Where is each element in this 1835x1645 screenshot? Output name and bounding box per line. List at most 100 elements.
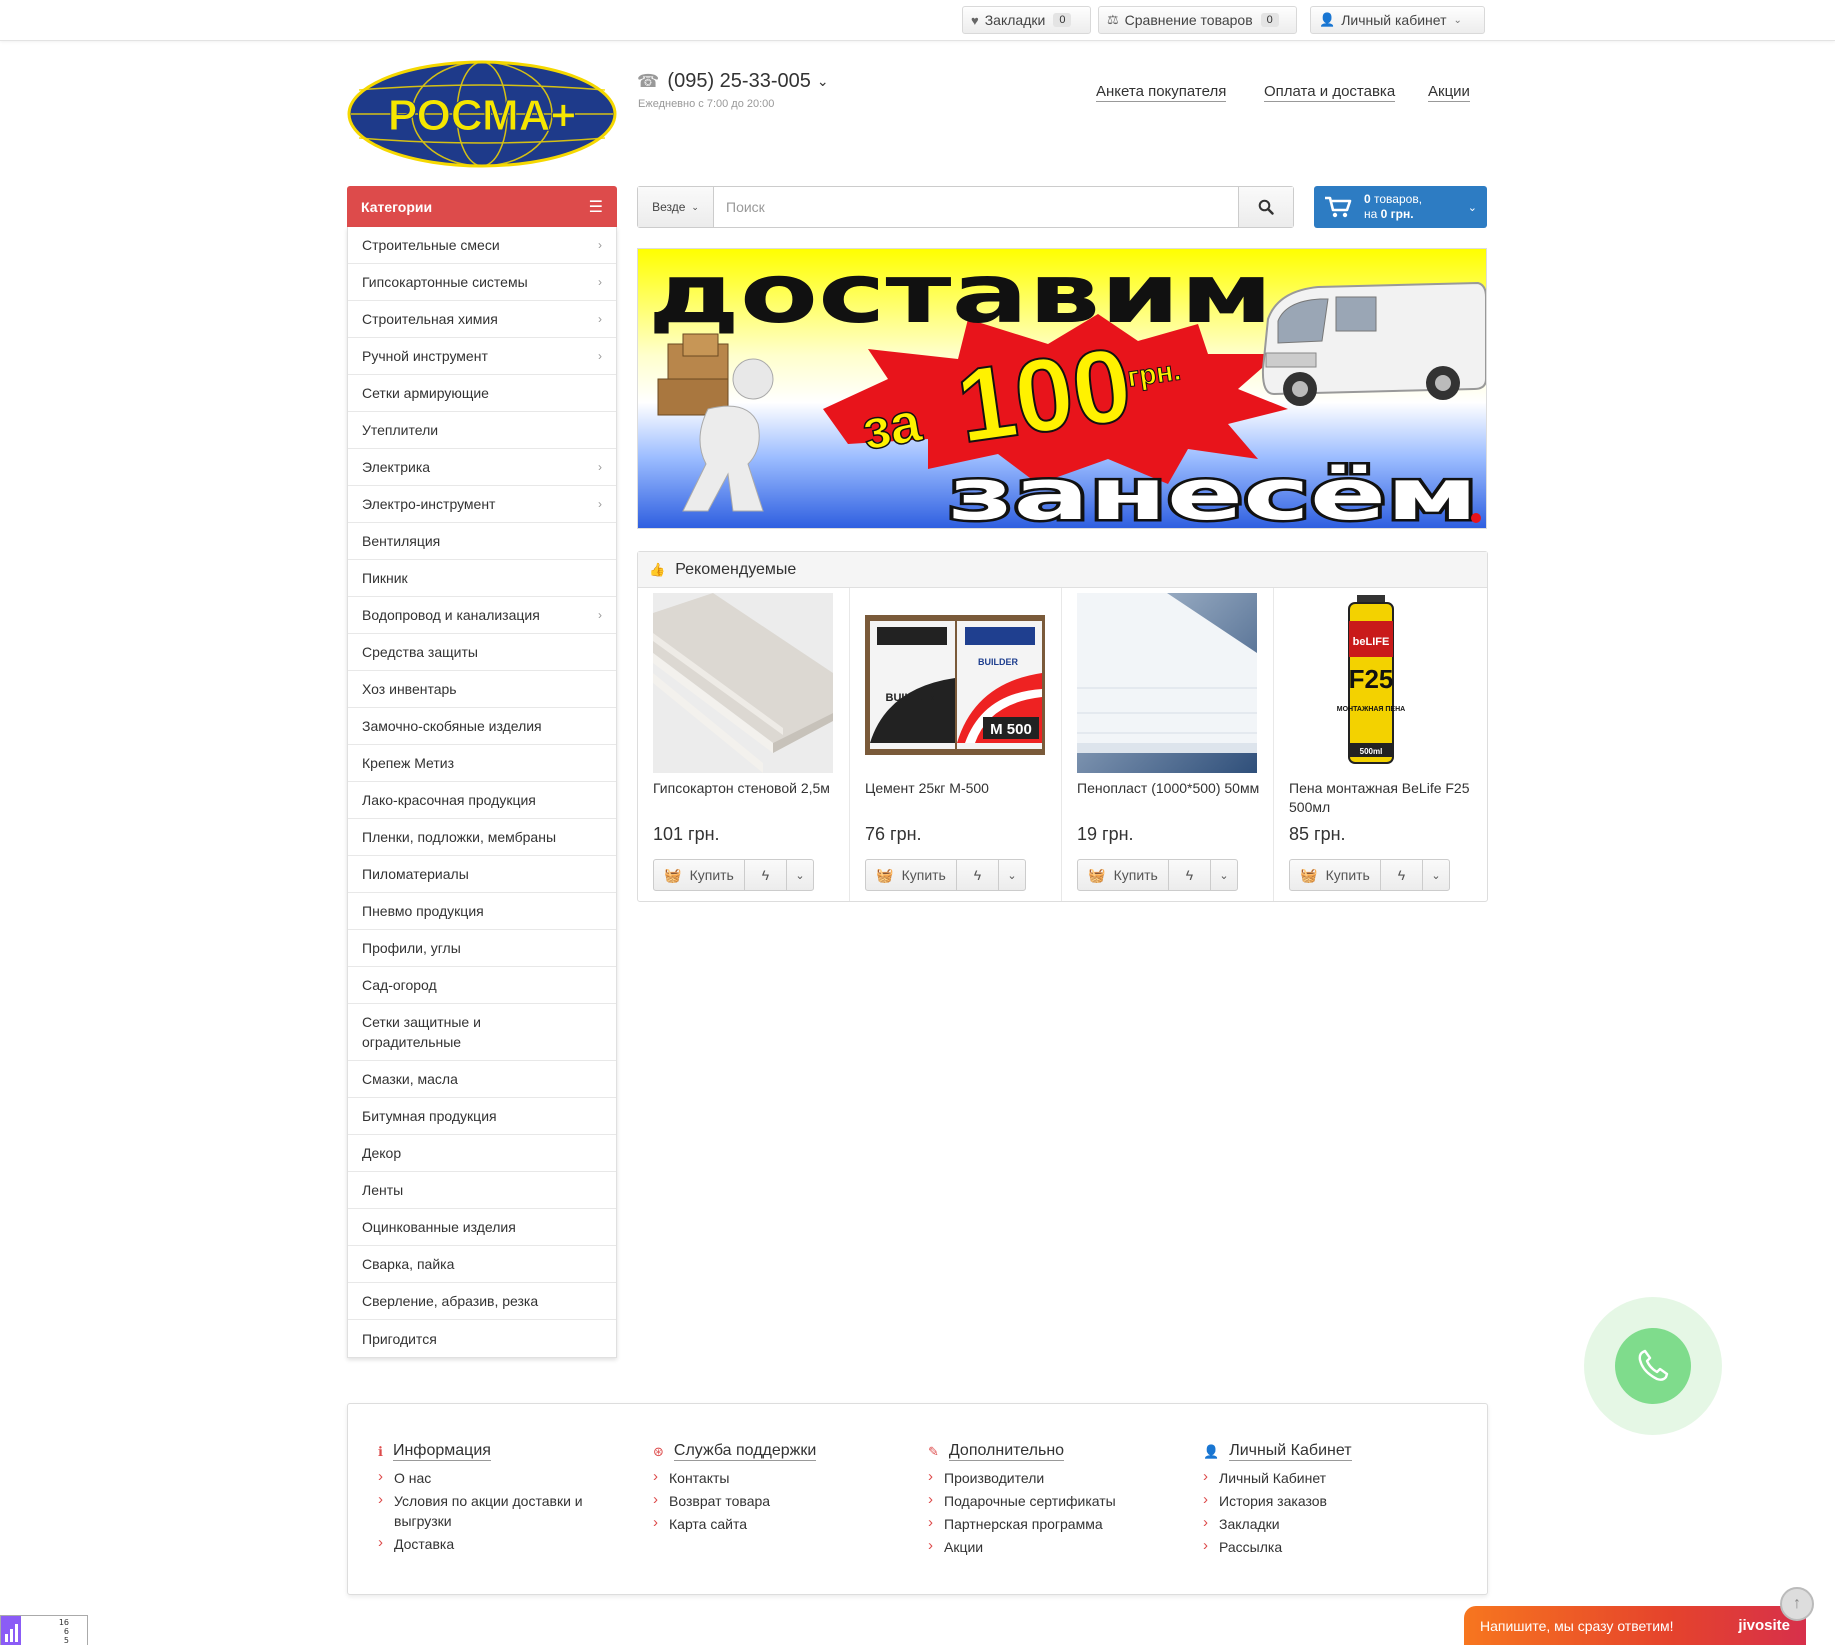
chevron-right-icon: › (598, 349, 602, 363)
buy-button[interactable]: 🧺 Купить (1078, 860, 1169, 890)
chevron-right-icon: › (598, 312, 602, 326)
compare-label: Сравнение товаров (1124, 12, 1253, 28)
category-item[interactable]: Пригодится (348, 1320, 616, 1357)
category-item[interactable]: Профили, углы (348, 930, 616, 967)
product-card: Пенопласт (1000*500) 50мм 19 грн. 🧺 Купит… (1062, 588, 1274, 901)
category-item[interactable]: Пленки, подложки, мембраны (348, 819, 616, 856)
promo-banner[interactable]: доставим за 100 грн. занесём (637, 248, 1487, 529)
compare-button[interactable]: ⚖ Сравнение товаров 0 (1098, 6, 1297, 34)
category-item[interactable]: Пикник (348, 560, 616, 597)
product-image[interactable] (1077, 593, 1257, 773)
phone-number: (095) 25-33-005 (667, 70, 811, 92)
category-item[interactable]: Средства защиты (348, 634, 616, 671)
quick-order-button[interactable]: ϟ (1381, 860, 1423, 890)
category-item[interactable]: Битумная продукция (348, 1098, 616, 1135)
category-item[interactable]: Сад-огород (348, 967, 616, 1004)
search-button[interactable] (1238, 187, 1293, 227)
product-card: Гипсокартон стеновой 2,5м 101 грн. 🧺 Купи… (638, 588, 850, 901)
callback-button[interactable] (1615, 1328, 1691, 1404)
chat-widget[interactable]: Напишите, мы сразу ответим! jivosite (1464, 1606, 1806, 1645)
footer-link-order-history[interactable]: История заказов (1203, 1490, 1443, 1511)
footer-link-wishlist[interactable]: Закладки (1203, 1513, 1443, 1534)
phone-dropdown[interactable]: ☎ (095) 25-33-005 ⌄ (637, 70, 829, 93)
product-name[interactable]: Пенопласт (1000*500) 50мм (1077, 779, 1262, 798)
lightning-icon: ϟ (761, 867, 770, 883)
category-item[interactable]: Сверление, абразив, резка (348, 1283, 616, 1320)
footer-link-gift-certificates[interactable]: Подарочные сертификаты (928, 1490, 1168, 1511)
category-item[interactable]: Крепеж Метиз (348, 745, 616, 782)
category-item[interactable]: Пиломатериалы (348, 856, 616, 893)
product-image[interactable]: beLIFE F25 МОНТАЖНАЯ ПЕНА 500ml (1289, 593, 1469, 773)
nav-payment-delivery[interactable]: Оплата и доставка (1264, 83, 1396, 102)
category-item[interactable]: Замочно-скобяные изделия (348, 708, 616, 745)
more-actions-button[interactable]: ⌄ (999, 860, 1025, 890)
category-label: Средства защиты (362, 644, 478, 660)
product-image[interactable] (653, 593, 833, 773)
quick-order-button[interactable]: ϟ (745, 860, 787, 890)
product-card: beLIFE F25 МОНТАЖНАЯ ПЕНА 500ml Пена мон… (1274, 588, 1486, 901)
more-actions-button[interactable]: ⌄ (1211, 860, 1237, 890)
more-actions-button[interactable]: ⌄ (1423, 860, 1449, 890)
product-name[interactable]: Пена монтажная BeLife F25 500мл (1289, 779, 1474, 817)
search-scope-dropdown[interactable]: Везде ⌄ (638, 187, 714, 227)
cement-brand: BUILDER (886, 692, 935, 704)
category-label: Сварка, пайка (362, 1256, 455, 1272)
footer-link-account[interactable]: Личный Кабинет (1203, 1467, 1443, 1488)
footer-column-info: ℹ Информация О нас Условия по акции доста… (378, 1442, 618, 1557)
footer-link-affiliate[interactable]: Партнерская программа (928, 1513, 1168, 1534)
footer-link-specials[interactable]: Акции (928, 1536, 1168, 1557)
category-label: Пиломатериалы (362, 866, 469, 882)
category-item[interactable]: Хоз инвентарь (348, 671, 616, 708)
category-item[interactable]: Вентиляция (348, 523, 616, 560)
footer-link-returns[interactable]: Возврат товара (653, 1490, 893, 1511)
category-label: Смазки, масла (362, 1071, 458, 1087)
bookmarks-button[interactable]: ♥ Закладки 0 (962, 6, 1091, 34)
category-item[interactable]: Сварка, пайка (348, 1246, 616, 1283)
cart-button[interactable]: 0 товаров, на 0 грн. ⌄ (1314, 186, 1487, 228)
quick-order-button[interactable]: ϟ (957, 860, 999, 890)
chevron-right-icon: › (598, 497, 602, 511)
info-icon: ℹ (378, 1443, 383, 1459)
search-input[interactable] (714, 187, 1238, 227)
category-item[interactable]: Сетки армирующие (348, 375, 616, 412)
category-item[interactable]: Электрика › (348, 449, 616, 486)
category-item[interactable]: Ручной инструмент › (348, 338, 616, 375)
footer-link-contacts[interactable]: Контакты (653, 1467, 893, 1488)
more-actions-button[interactable]: ⌄ (787, 860, 813, 890)
category-item[interactable]: Гипсокартонные системы › (348, 264, 616, 301)
footer-link-about[interactable]: О нас (378, 1467, 618, 1488)
buy-button[interactable]: 🧺 Купить (866, 860, 957, 890)
product-name[interactable]: Гипсокартон стеновой 2,5м (653, 779, 838, 798)
category-item[interactable]: Сетки защитные и оградительные (348, 1004, 616, 1061)
category-label: Строительная химия (362, 311, 498, 327)
categories-header[interactable]: Категории ☰ (347, 186, 617, 227)
footer-link-delivery-terms[interactable]: Условия по акции доставки и выгрузки (378, 1490, 608, 1531)
product-name[interactable]: Цемент 25кг М-500 (865, 779, 1050, 798)
visit-counter[interactable]: 16 6 5 (0, 1615, 88, 1645)
buy-button[interactable]: 🧺 Купить (654, 860, 745, 890)
scroll-top-button[interactable]: ↑ (1780, 1587, 1814, 1621)
nav-promotions[interactable]: Акции (1428, 83, 1470, 102)
footer-link-manufacturers[interactable]: Производители (928, 1467, 1168, 1488)
category-item[interactable]: Пневмо продукция (348, 893, 616, 930)
product-image[interactable]: BUILDER BUILDER М 500 (865, 593, 1045, 773)
footer-link-sitemap[interactable]: Карта сайта (653, 1513, 893, 1534)
account-dropdown[interactable]: 👤 Личный кабинет ⌄ (1310, 6, 1485, 34)
category-item[interactable]: Водопровод и канализация › (348, 597, 616, 634)
quick-order-button[interactable]: ϟ (1169, 860, 1211, 890)
category-item[interactable]: Оцинкованные изделия (348, 1209, 616, 1246)
category-item[interactable]: Смазки, масла (348, 1061, 616, 1098)
footer-link-newsletter[interactable]: Рассылка (1203, 1536, 1443, 1557)
category-item[interactable]: Ленты (348, 1172, 616, 1209)
category-item[interactable]: Электро-инструмент › (348, 486, 616, 523)
footer-link-delivery[interactable]: Доставка (378, 1533, 618, 1554)
site-logo[interactable]: РОСМА+ (347, 60, 618, 168)
category-item[interactable]: Декор (348, 1135, 616, 1172)
category-item[interactable]: Строительная химия › (348, 301, 616, 338)
foam-brand: beLIFE (1353, 636, 1390, 648)
category-item[interactable]: Утеплители (348, 412, 616, 449)
buy-button[interactable]: 🧺 Купить (1290, 860, 1381, 890)
category-item[interactable]: Строительные смеси › (348, 227, 616, 264)
category-item[interactable]: Лако-красочная продукция (348, 782, 616, 819)
nav-buyer-survey[interactable]: Анкета покупателя (1096, 83, 1227, 102)
